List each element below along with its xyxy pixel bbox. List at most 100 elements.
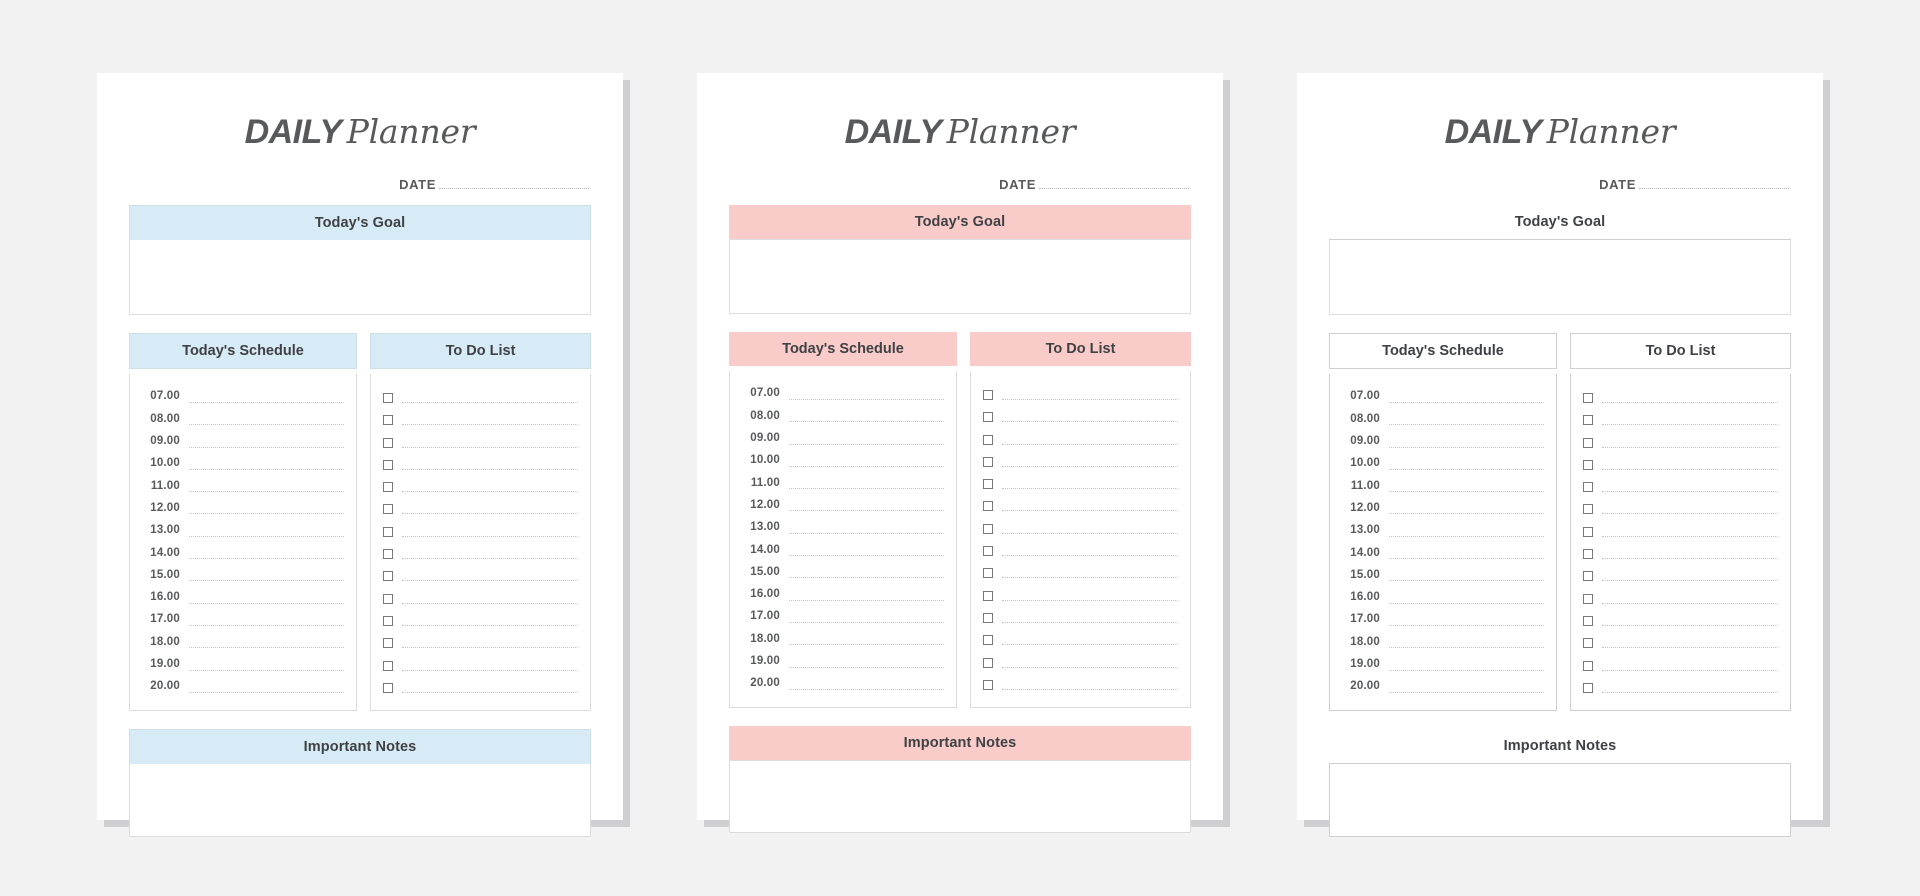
todo-entry-line[interactable]: [1602, 691, 1778, 693]
schedule-entry-line[interactable]: [1389, 513, 1544, 515]
goal-input-area[interactable]: [129, 239, 591, 315]
todo-entry-line[interactable]: [402, 468, 578, 470]
todo-checkbox[interactable]: [383, 392, 393, 403]
todo-checkbox[interactable]: [983, 501, 993, 512]
schedule-entry-line[interactable]: [1389, 580, 1544, 582]
todo-checkbox[interactable]: [1583, 415, 1593, 426]
todo-checkbox[interactable]: [983, 434, 993, 445]
schedule-entry-line[interactable]: [789, 621, 944, 623]
todo-checkbox[interactable]: [1583, 437, 1593, 448]
todo-entry-line[interactable]: [1602, 602, 1778, 604]
todo-entry-line[interactable]: [1602, 424, 1778, 426]
todo-checkbox[interactable]: [983, 657, 993, 668]
todo-entry-line[interactable]: [1002, 621, 1178, 623]
schedule-entry-line[interactable]: [1389, 491, 1544, 493]
schedule-entry-line[interactable]: [189, 647, 344, 649]
schedule-entry-line[interactable]: [189, 491, 344, 493]
schedule-entry-line[interactable]: [789, 532, 944, 534]
todo-entry-line[interactable]: [1602, 468, 1778, 470]
schedule-entry-line[interactable]: [789, 666, 944, 668]
schedule-entry-line[interactable]: [189, 624, 344, 626]
schedule-entry-line[interactable]: [1389, 401, 1544, 403]
todo-checkbox[interactable]: [383, 437, 393, 448]
todo-entry-line[interactable]: [1002, 488, 1178, 490]
schedule-entry-line[interactable]: [789, 577, 944, 579]
todo-checkbox[interactable]: [1583, 549, 1593, 560]
todo-entry-line[interactable]: [1002, 644, 1178, 646]
schedule-entry-line[interactable]: [789, 443, 944, 445]
todo-checkbox[interactable]: [383, 415, 393, 426]
schedule-entry-line[interactable]: [1389, 602, 1544, 604]
todo-entry-line[interactable]: [1002, 510, 1178, 512]
schedule-entry-line[interactable]: [789, 465, 944, 467]
goal-input-area[interactable]: [729, 238, 1191, 314]
schedule-entry-line[interactable]: [189, 401, 344, 403]
schedule-entry-line[interactable]: [1389, 669, 1544, 671]
todo-checkbox[interactable]: [383, 593, 393, 604]
todo-entry-line[interactable]: [1602, 647, 1778, 649]
todo-entry-line[interactable]: [1602, 491, 1778, 493]
todo-entry-line[interactable]: [1002, 421, 1178, 423]
schedule-entry-line[interactable]: [189, 513, 344, 515]
todo-entry-line[interactable]: [1602, 624, 1778, 626]
todo-checkbox[interactable]: [1583, 682, 1593, 693]
schedule-entry-line[interactable]: [189, 535, 344, 537]
date-input-line[interactable]: [1039, 187, 1189, 189]
todo-entry-line[interactable]: [1602, 580, 1778, 582]
schedule-entry-line[interactable]: [789, 488, 944, 490]
todo-checkbox[interactable]: [383, 682, 393, 693]
todo-entry-line[interactable]: [402, 513, 578, 515]
todo-checkbox[interactable]: [383, 504, 393, 515]
schedule-entry-line[interactable]: [789, 688, 944, 690]
todo-entry-line[interactable]: [1602, 513, 1778, 515]
todo-checkbox[interactable]: [983, 479, 993, 490]
todo-checkbox[interactable]: [383, 660, 393, 671]
schedule-entry-line[interactable]: [1389, 691, 1544, 693]
todo-entry-line[interactable]: [1002, 398, 1178, 400]
todo-entry-line[interactable]: [402, 602, 578, 604]
schedule-entry-line[interactable]: [189, 691, 344, 693]
todo-entry-line[interactable]: [402, 669, 578, 671]
todo-entry-line[interactable]: [1602, 669, 1778, 671]
todo-checkbox[interactable]: [983, 612, 993, 623]
todo-entry-line[interactable]: [1602, 446, 1778, 448]
schedule-entry-line[interactable]: [189, 446, 344, 448]
todo-entry-line[interactable]: [402, 691, 578, 693]
schedule-entry-line[interactable]: [1389, 424, 1544, 426]
todo-entry-line[interactable]: [1002, 532, 1178, 534]
schedule-entry-line[interactable]: [1389, 647, 1544, 649]
todo-checkbox[interactable]: [1583, 660, 1593, 671]
schedule-entry-line[interactable]: [789, 599, 944, 601]
todo-entry-line[interactable]: [402, 624, 578, 626]
date-input-line[interactable]: [1639, 187, 1789, 189]
todo-checkbox[interactable]: [983, 590, 993, 601]
todo-entry-line[interactable]: [1002, 577, 1178, 579]
todo-entry-line[interactable]: [402, 446, 578, 448]
schedule-entry-line[interactable]: [1389, 624, 1544, 626]
todo-entry-line[interactable]: [1602, 401, 1778, 403]
todo-checkbox[interactable]: [1583, 504, 1593, 515]
todo-checkbox[interactable]: [383, 638, 393, 649]
todo-entry-line[interactable]: [1602, 535, 1778, 537]
todo-checkbox[interactable]: [383, 549, 393, 560]
todo-checkbox[interactable]: [1583, 615, 1593, 626]
todo-checkbox[interactable]: [983, 389, 993, 400]
todo-checkbox[interactable]: [1583, 459, 1593, 470]
schedule-entry-line[interactable]: [189, 468, 344, 470]
schedule-entry-line[interactable]: [789, 421, 944, 423]
schedule-entry-line[interactable]: [789, 510, 944, 512]
todo-checkbox[interactable]: [1583, 593, 1593, 604]
todo-checkbox[interactable]: [383, 526, 393, 537]
schedule-entry-line[interactable]: [789, 398, 944, 400]
todo-entry-line[interactable]: [402, 558, 578, 560]
todo-checkbox[interactable]: [983, 456, 993, 467]
schedule-entry-line[interactable]: [1389, 468, 1544, 470]
todo-entry-line[interactable]: [1002, 599, 1178, 601]
date-input-line[interactable]: [439, 187, 589, 189]
notes-input-area[interactable]: [729, 759, 1191, 833]
schedule-entry-line[interactable]: [189, 669, 344, 671]
notes-input-area[interactable]: [129, 763, 591, 837]
todo-checkbox[interactable]: [1583, 482, 1593, 493]
todo-entry-line[interactable]: [402, 424, 578, 426]
schedule-entry-line[interactable]: [189, 580, 344, 582]
